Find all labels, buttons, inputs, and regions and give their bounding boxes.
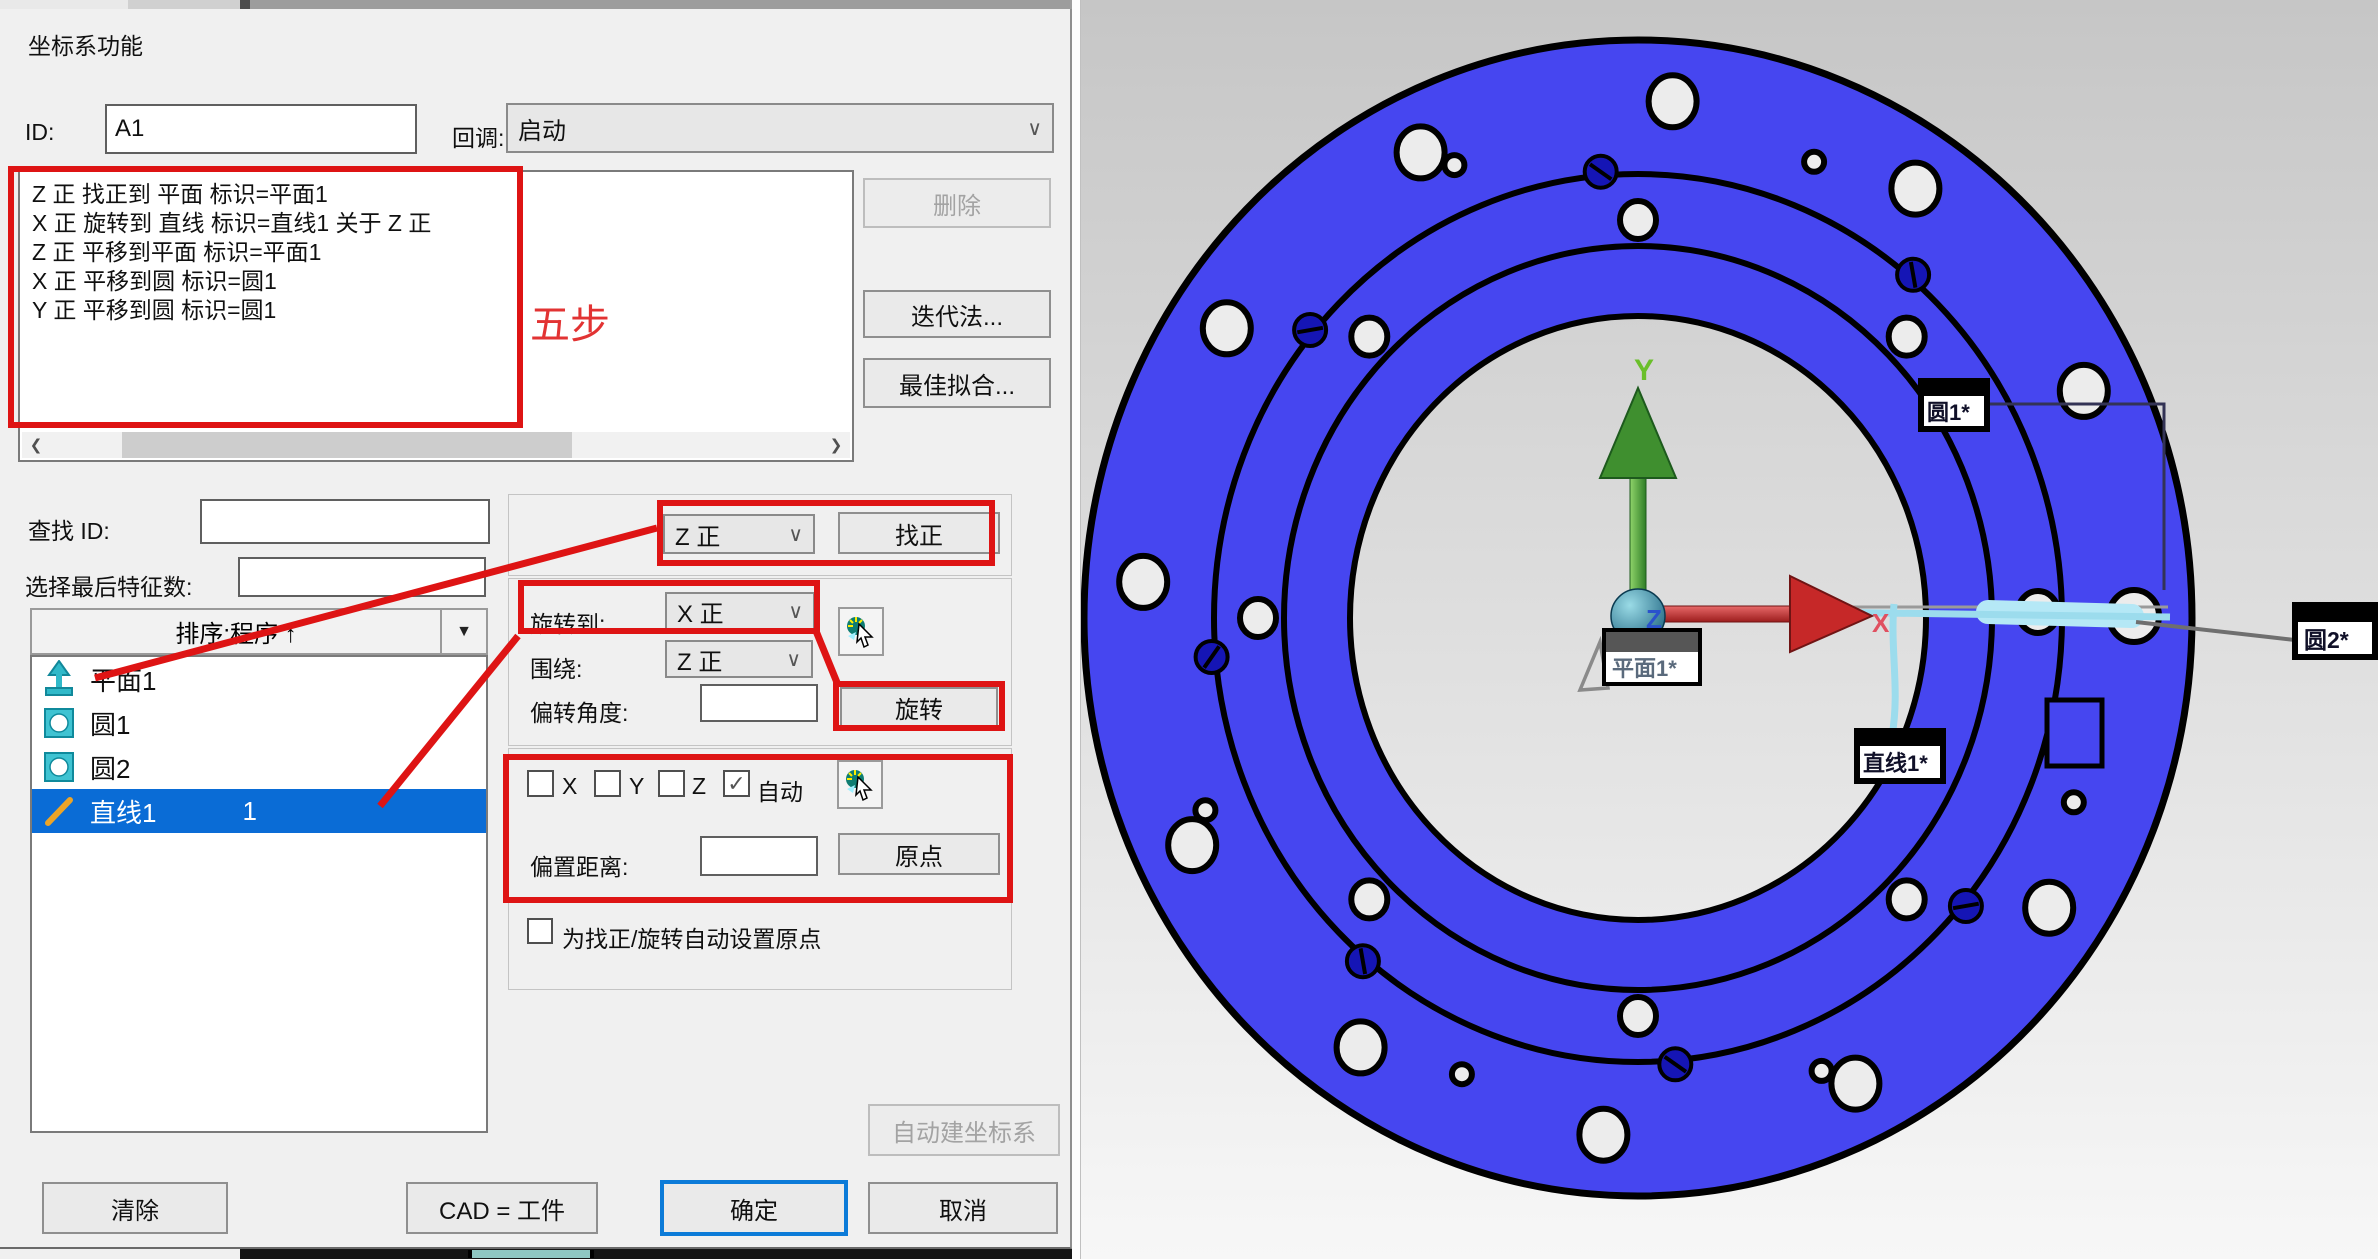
sort-dropdown-icon[interactable]: ▼	[440, 610, 486, 653]
background-window-edge	[0, 0, 1072, 9]
cancel-button[interactable]: 取消	[868, 1182, 1058, 1234]
list-item-line1[interactable]: 直线1 1	[32, 789, 486, 833]
id-value: A1	[115, 115, 144, 143]
feature-name: 直线1	[90, 793, 156, 830]
list-item-plane1[interactable]: 平面1	[32, 657, 486, 701]
svg-text:圆1*: 圆1*	[1927, 400, 1970, 425]
alignment-step[interactable]: Y 正 平移到圆 标识=圆1	[32, 296, 852, 325]
x-checkbox[interactable]	[527, 770, 554, 797]
scrollbar-track[interactable]	[50, 432, 822, 458]
feature-count: 1	[242, 796, 256, 827]
pick-feature-icon	[843, 767, 877, 803]
list-item-circle1[interactable]: 圆1	[32, 701, 486, 745]
chevron-down-icon[interactable]: ∨	[788, 522, 803, 547]
offset-angle-label: 偏转角度:	[530, 694, 628, 728]
last-feature-count-label: 选择最后特征数:	[25, 568, 192, 602]
origin-button[interactable]: 原点	[838, 833, 1000, 875]
last-feature-count-input[interactable]	[238, 557, 486, 597]
circle-icon	[42, 748, 76, 786]
find-id-input[interactable]	[200, 499, 490, 544]
alignment-step[interactable]: Z 正 平移到平面 标识=平面1	[32, 238, 852, 267]
label-line1[interactable]: 直线1*	[1854, 728, 1946, 784]
pick-feature-icon	[844, 614, 878, 650]
axis-label-y: Y	[1634, 354, 1654, 387]
alignment-step[interactable]: X 正 旋转到 直线 标识=直线1 关于 Z 正	[32, 209, 852, 238]
pick-feature-button[interactable]	[838, 607, 884, 656]
feature-list[interactable]: 平面1 圆1 圆2 直线1 1	[30, 655, 488, 1133]
align-axis-value: Z 正	[675, 517, 720, 552]
offset-angle-input[interactable]	[700, 684, 818, 722]
level-button[interactable]: 找正	[838, 512, 1000, 554]
callback-dropdown[interactable]: 启动 ∨	[506, 103, 1054, 153]
about-label: 围绕:	[530, 650, 582, 684]
y-checkbox-label: Y	[629, 773, 644, 800]
axis-label-x: X	[1872, 608, 1890, 638]
id-label: ID:	[25, 119, 54, 146]
svg-text:平面1*: 平面1*	[1612, 656, 1677, 681]
about-axis-dropdown[interactable]: Z 正 ∨	[665, 640, 813, 678]
chevron-down-icon[interactable]: ∨	[1027, 116, 1042, 141]
label-circle2[interactable]: 圆2*	[2292, 602, 2378, 660]
label-plane1[interactable]: 平面1*	[1602, 628, 1702, 686]
feature-name: 圆2	[90, 749, 130, 786]
alignment-steps-listbox[interactable]: Z 正 找正到 平面 标识=平面1 X 正 旋转到 直线 标识=直线1 关于 Z…	[18, 170, 854, 462]
x-checkbox-label: X	[562, 773, 577, 800]
pick-feature-button[interactable]	[837, 760, 883, 809]
alignment-step[interactable]: X 正 平移到圆 标识=圆1	[32, 267, 852, 296]
offset-distance-label: 偏置距离:	[530, 848, 628, 882]
auto-origin-label: 为找正/旋转自动设置原点	[562, 920, 821, 954]
rotate-to-value: X 正	[677, 594, 724, 629]
callback-label: 回调:	[452, 119, 504, 153]
cad-equals-part-button[interactable]: CAD = 工件	[406, 1182, 598, 1234]
sort-label: 排序:程序 ↑	[32, 614, 440, 649]
scrollbar-thumb[interactable]	[122, 432, 572, 458]
rotate-to-label: 旋转到:	[530, 605, 605, 639]
auto-alignment-button[interactable]: 自动建坐标系	[868, 1104, 1060, 1156]
clear-button[interactable]: 清除	[42, 1182, 228, 1234]
y-checkbox[interactable]	[594, 770, 621, 797]
callback-value: 启动	[518, 111, 566, 146]
sort-header-button[interactable]: 排序:程序 ↑ ▼	[30, 608, 488, 655]
z-checkbox-label: Z	[692, 773, 706, 800]
offset-distance-input[interactable]	[700, 836, 818, 876]
checkmark: ✓	[727, 771, 745, 797]
auto-origin-checkbox[interactable]	[527, 918, 553, 944]
chevron-down-icon[interactable]: ∨	[788, 599, 803, 624]
plane-icon	[42, 660, 76, 698]
delete-button[interactable]: 删除	[863, 178, 1051, 228]
ok-button[interactable]: 确定	[660, 1180, 848, 1236]
iterative-button[interactable]: 迭代法...	[863, 290, 1051, 338]
align-axis-dropdown[interactable]: Z 正 ∨	[663, 514, 815, 554]
chevron-down-icon[interactable]: ∨	[786, 647, 801, 672]
rotate-button[interactable]: 旋转	[840, 687, 998, 727]
about-axis-value: Z 正	[677, 642, 722, 677]
feature-name: 圆1	[90, 705, 130, 742]
line-icon	[42, 792, 76, 830]
annotation-text-five-steps: 五步	[530, 292, 610, 350]
find-id-label: 查找 ID:	[28, 512, 110, 546]
svg-text:圆2*: 圆2*	[2304, 627, 2349, 653]
scroll-right-icon[interactable]: ❯	[822, 432, 850, 458]
auto-checkbox-label: 自动	[757, 773, 803, 807]
flange-keyway	[2047, 700, 2102, 766]
id-input[interactable]: A1	[105, 104, 417, 154]
list-item-circle2[interactable]: 圆2	[32, 745, 486, 789]
taskbar-sliver	[240, 1249, 1072, 1259]
dialog-title: 坐标系功能	[28, 27, 143, 61]
circle-icon	[42, 704, 76, 742]
z-checkbox[interactable]	[658, 770, 685, 797]
horizontal-scrollbar[interactable]: ❮ ❯	[22, 432, 850, 458]
cad-viewport[interactable]: Y X Z 圆1* 圆2* 直线1* 平面1*	[1072, 0, 2378, 1259]
viewport-left-edge	[1072, 0, 1081, 1259]
label-circle1[interactable]: 圆1*	[1918, 378, 1990, 432]
scroll-left-icon[interactable]: ❮	[22, 432, 50, 458]
best-fit-button[interactable]: 最佳拟合...	[863, 358, 1051, 408]
svg-text:直线1*: 直线1*	[1863, 751, 1928, 776]
coordinate-system-dialog: 坐标系功能 ID: A1 回调: 启动 ∨ Z 正 找正到 平面 标识=平面1 …	[0, 9, 1072, 1249]
feature-name: 平面1	[90, 661, 156, 698]
auto-checkbox[interactable]: ✓	[723, 770, 750, 797]
rotate-to-dropdown[interactable]: X 正 ∨	[665, 592, 815, 631]
alignment-step[interactable]: Z 正 找正到 平面 标识=平面1	[32, 180, 852, 209]
